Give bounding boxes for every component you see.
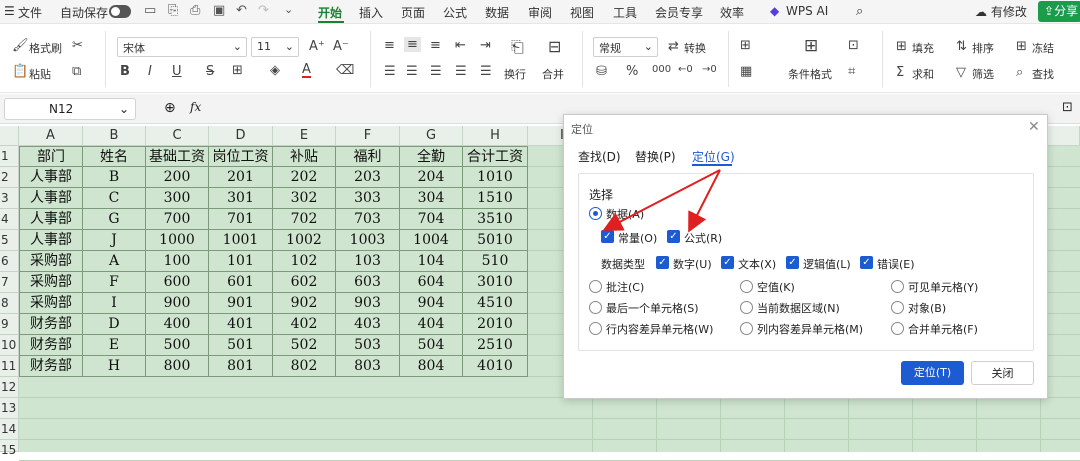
annotation-arrows xyxy=(602,169,721,233)
arrow-to-constants xyxy=(602,169,721,231)
